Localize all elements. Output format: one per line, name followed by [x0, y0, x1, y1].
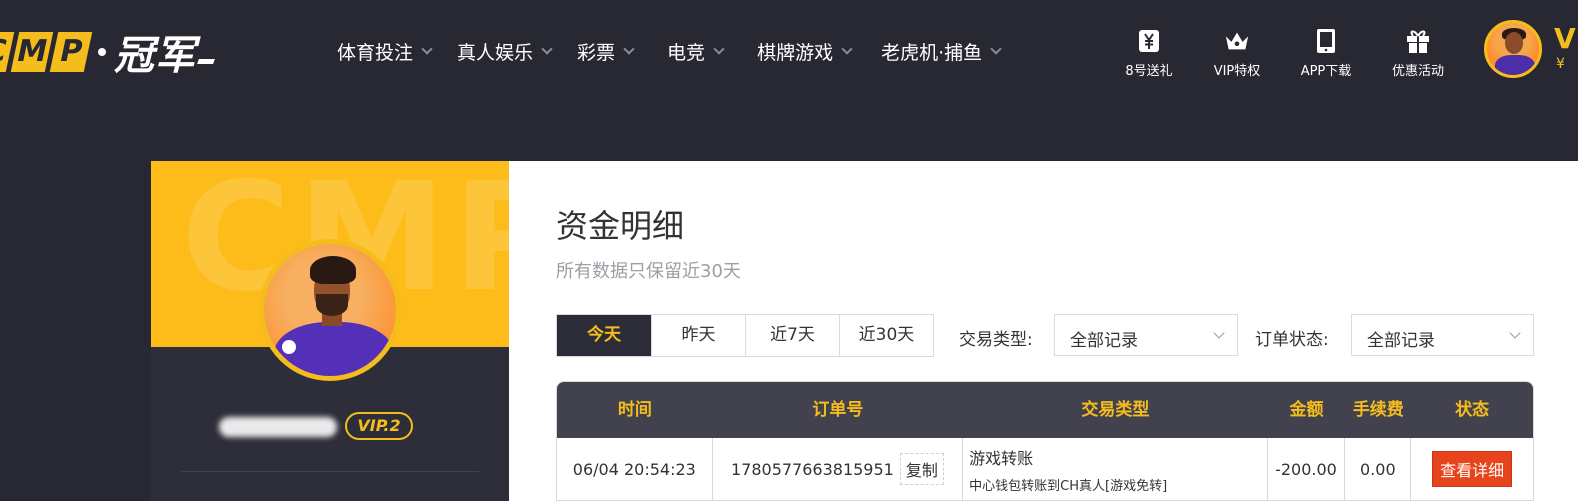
funds-detail-panel: 资金明细 所有数据只保留近30天 今天 昨天 近7天 近30天 交易类型: 全部…	[509, 161, 1578, 501]
logo-tail-mark	[197, 58, 215, 64]
profile-divider	[181, 471, 479, 472]
profile-avatar[interactable]	[259, 239, 401, 381]
nav-item-label: 体育投注	[337, 42, 414, 64]
vip-level-badge: VIP.2	[345, 412, 413, 440]
copy-button[interactable]: 复制	[899, 453, 944, 485]
user-name-initial[interactable]: V	[1554, 22, 1576, 55]
quick-link-gift-8[interactable]: 8号送礼	[1109, 28, 1189, 79]
logo-dot	[98, 48, 106, 56]
transaction-type-label: 交易类型:	[959, 330, 1033, 350]
order-status-select[interactable]: 全部记录	[1351, 314, 1534, 356]
chevron-down-icon	[1213, 327, 1225, 339]
main-nav: 体育投注 真人娱乐 彩票 电竞 棋牌游戏 老虎机·捕鱼	[337, 38, 1002, 65]
yen-gift-icon	[1136, 28, 1162, 54]
page-title: 资金明细	[556, 207, 685, 245]
transactions-table: 时间 订单号 交易类型 金额 手续费 状态 06/04 20:54:23 178…	[556, 381, 1534, 501]
date-range-tabs: 今天 昨天 近7天 近30天	[556, 314, 934, 357]
chevron-down-icon	[1509, 327, 1521, 339]
quick-link-app-download[interactable]: APP下载	[1286, 28, 1366, 79]
chevron-down-icon	[623, 43, 635, 55]
column-header-status: 状态	[1455, 400, 1490, 420]
tab-yesterday[interactable]: 昨天	[651, 315, 745, 356]
avatar-shirt-badge	[282, 340, 296, 354]
column-header-time: 时间	[617, 400, 652, 420]
user-avatar[interactable]	[1484, 20, 1542, 78]
transaction-type-select[interactable]: 全部记录	[1054, 314, 1238, 356]
chevron-down-icon	[713, 43, 725, 55]
chevron-down-icon	[421, 43, 433, 55]
cell-fee: 0.00	[1345, 438, 1412, 500]
avatar-shirt	[1495, 55, 1535, 75]
table-row: 06/04 20:54:23 1780577663815951 复制 游戏转账 …	[557, 438, 1533, 500]
chevron-down-icon	[990, 43, 1002, 55]
nav-item-label: 电竞	[667, 42, 706, 64]
cell-time: 06/04 20:54:23	[557, 438, 713, 500]
logo-chinese-text: 冠军	[114, 33, 196, 79]
profile-panel: CMP VIP.2	[151, 161, 509, 501]
order-status-label: 订单状态:	[1255, 330, 1329, 350]
column-header-fee: 手续费	[1352, 400, 1404, 420]
profile-username-obscured	[219, 417, 339, 437]
quick-link-label: APP下载	[1300, 64, 1352, 79]
username-blur-mask	[219, 417, 337, 437]
top-navbar: C M P 冠军 体育投注 真人娱乐 彩票 电竞 棋牌游戏 老虎机·捕鱼 8号送…	[0, 0, 1578, 106]
quick-link-label: VIP特权	[1213, 64, 1261, 79]
select-value: 全部记录	[1367, 331, 1435, 351]
chevron-down-icon	[541, 43, 553, 55]
transaction-type: 游戏转账	[969, 448, 1034, 468]
avatar-beard	[316, 294, 348, 316]
tablet-icon	[1313, 28, 1339, 54]
quick-link-label: 8号送礼	[1125, 64, 1173, 79]
view-details-button[interactable]: 查看详细	[1432, 451, 1513, 487]
quick-link-label: 优惠活动	[1391, 64, 1444, 79]
column-header-order-no: 订单号	[812, 400, 864, 420]
avatar-hair	[310, 256, 356, 284]
cell-order-no: 1780577663815951 复制	[713, 438, 964, 500]
logo-letter: P	[49, 32, 93, 72]
select-value: 全部记录	[1070, 331, 1138, 351]
nav-item-label: 彩票	[577, 42, 616, 64]
logo-letters: C M P	[0, 32, 93, 72]
tab-last-30-days[interactable]: 近30天	[839, 315, 933, 356]
nav-item-label: 老虎机·捕鱼	[881, 42, 983, 64]
nav-item-sports[interactable]: 体育投注	[337, 38, 433, 65]
logo-letter: M	[10, 32, 54, 72]
tab-today[interactable]: 今天	[557, 315, 651, 356]
brand-logo[interactable]: C M P 冠军	[0, 30, 215, 79]
nav-item-label: 真人娱乐	[457, 42, 534, 64]
avatar-face	[1505, 32, 1523, 54]
nav-item-label: 棋牌游戏	[757, 42, 834, 64]
order-number: 1780577663815951	[730, 459, 894, 479]
cell-status: 查看详细	[1411, 438, 1533, 500]
gift-icon	[1405, 28, 1431, 54]
nav-item-live-casino[interactable]: 真人娱乐	[457, 38, 553, 65]
crown-icon	[1224, 28, 1250, 54]
column-header-type: 交易类型	[1081, 400, 1150, 420]
transaction-description: 中心钱包转账到CH真人[游戏免转]	[969, 478, 1168, 494]
cell-type: 游戏转账 中心钱包转账到CH真人[游戏免转]	[963, 438, 1268, 500]
page-subtitle: 所有数据只保留近30天	[556, 261, 741, 282]
quick-link-vip[interactable]: VIP特权	[1197, 28, 1277, 79]
nav-item-card-games[interactable]: 棋牌游戏	[757, 38, 853, 65]
cell-amount: -200.00	[1268, 438, 1346, 500]
tab-last-7-days[interactable]: 近7天	[745, 315, 839, 356]
chevron-down-icon	[841, 43, 853, 55]
column-header-amount: 金额	[1289, 400, 1324, 420]
table-header: 时间 订单号 交易类型 金额 手续费 状态	[557, 382, 1533, 438]
user-balance: ¥	[1556, 56, 1565, 72]
nav-item-esports[interactable]: 电竞	[667, 38, 725, 65]
quick-link-promotions[interactable]: 优惠活动	[1378, 28, 1458, 79]
nav-item-lottery[interactable]: 彩票	[577, 38, 635, 65]
nav-item-slots-fishing[interactable]: 老虎机·捕鱼	[881, 38, 1002, 65]
